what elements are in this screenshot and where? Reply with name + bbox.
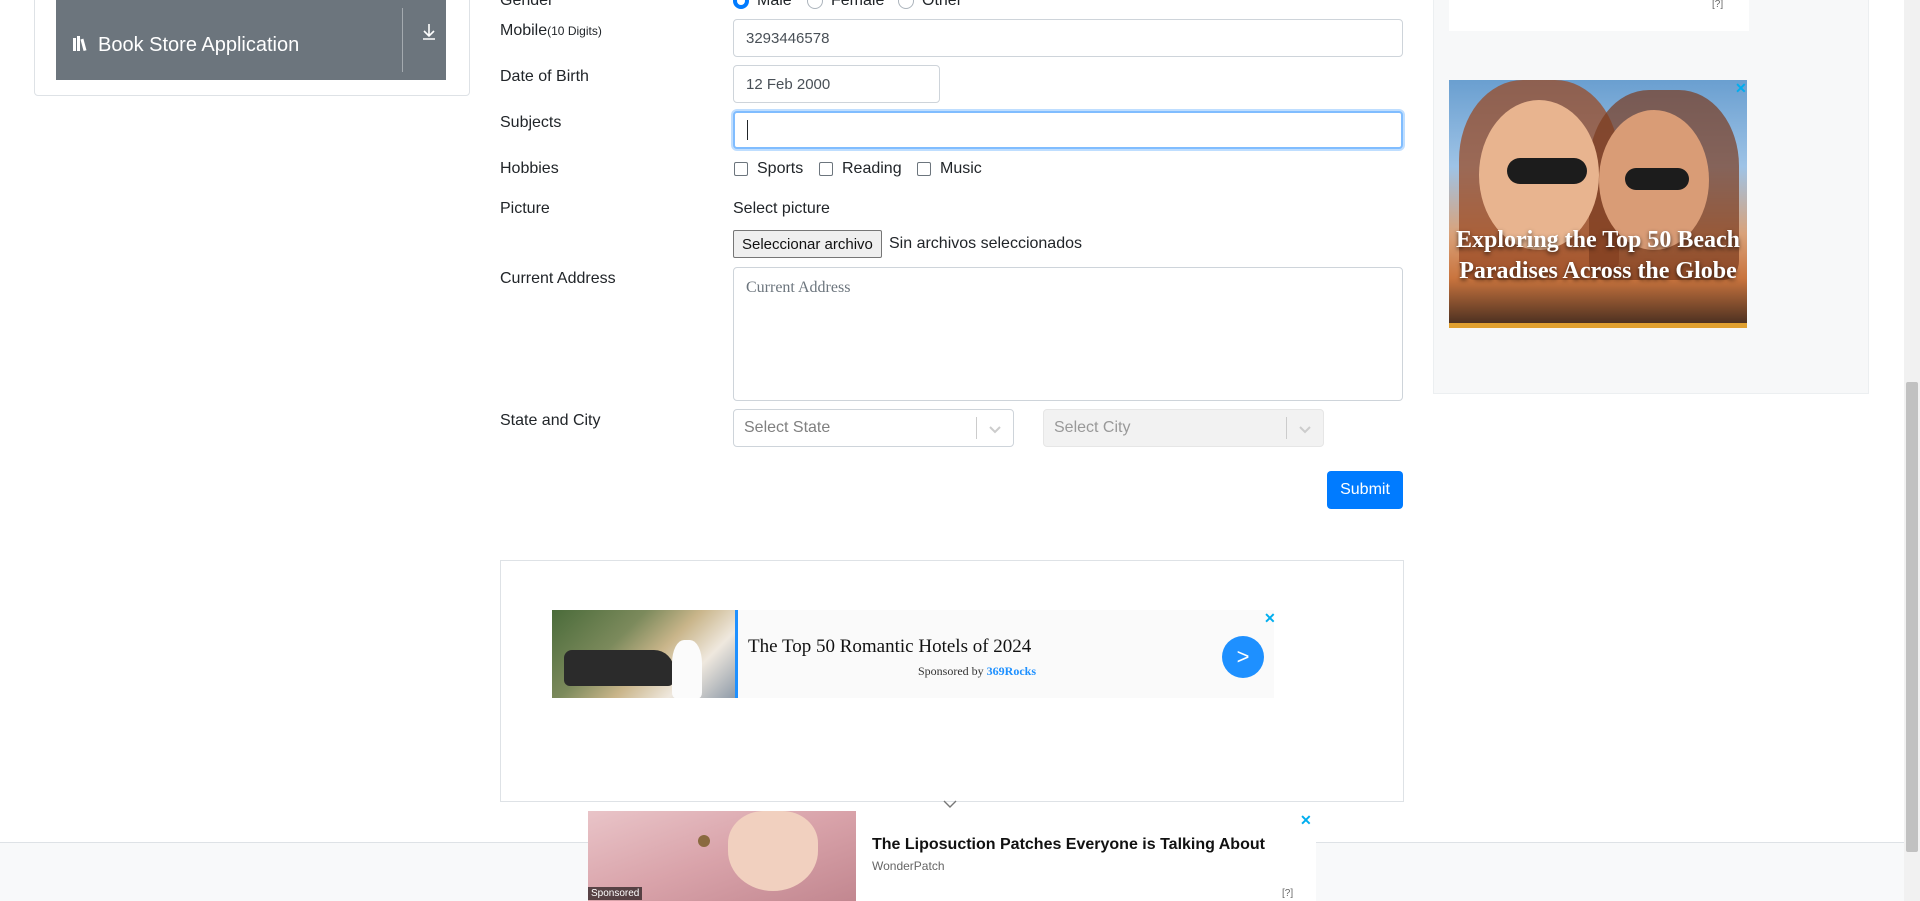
patch-ad-title[interactable]: The Liposuction Patches Everyone is Talk…	[872, 836, 1265, 854]
hobby-reading-checkbox[interactable]	[819, 162, 833, 176]
address-textarea[interactable]: Current Address	[733, 267, 1403, 401]
chevron-down-icon[interactable]	[1298, 422, 1312, 441]
mobile-label: Mobile(10 Digits)	[500, 22, 602, 40]
ad-figure	[564, 650, 674, 686]
dob-label: Date of Birth	[500, 68, 589, 85]
gender-female-radio[interactable]	[807, 0, 823, 9]
ad-figure	[728, 811, 818, 891]
hobby-music-checkbox[interactable]	[917, 162, 931, 176]
beach-ad-headline: Exploring the Top 50 Beach Paradises Acr…	[1455, 227, 1741, 284]
city-select[interactable]: Select City	[1043, 409, 1324, 447]
state-placeholder: Select State	[744, 419, 831, 436]
hotel-ad-sponsor: Sponsored by 369Rocks	[918, 664, 1036, 679]
books-icon	[72, 14, 90, 57]
sponsor-brand[interactable]: 369Rocks	[987, 664, 1036, 678]
hotel-ad-image[interactable]	[552, 610, 736, 698]
hobbies-label: Hobbies	[500, 160, 559, 177]
subjects-input[interactable]	[733, 111, 1403, 149]
ad-strip	[1449, 0, 1749, 31]
gender-female-label[interactable]: Female	[831, 0, 884, 10]
hobby-sports-label[interactable]: Sports	[757, 160, 803, 178]
gender-male-label[interactable]: Male	[757, 0, 792, 10]
chevron-down-icon[interactable]	[988, 422, 1002, 441]
book-store-app-button[interactable]: Book Store Application	[56, 0, 446, 80]
select-divider	[1286, 417, 1287, 439]
gender-label: Gender	[500, 0, 554, 9]
patch-ad-brand: WonderPatch	[872, 859, 945, 873]
sponsored-badge: Sponsored	[588, 887, 643, 900]
hotel-ad-title[interactable]: The Top 50 Romantic Hotels of 2024	[748, 636, 1031, 658]
gender-other-radio[interactable]	[898, 0, 914, 9]
arrow-right-icon[interactable]: >	[1222, 636, 1264, 678]
picture-label: Picture	[500, 200, 550, 217]
scrollbar-thumb[interactable]	[1906, 382, 1918, 852]
ad-figure	[672, 640, 702, 698]
dob-input-value: 12 Feb 2000	[746, 75, 831, 93]
ad-underline	[1449, 323, 1747, 328]
hobby-sports-checkbox[interactable]	[734, 162, 748, 176]
picture-helper: Select picture	[733, 200, 830, 217]
ad-figure	[1625, 168, 1689, 190]
close-icon[interactable]: ✕	[1735, 80, 1747, 97]
book-store-app-label: Book Store Application	[98, 33, 300, 56]
sponsor-prefix: Sponsored by	[918, 664, 984, 678]
adchoices-icon[interactable]: [?]	[1282, 888, 1293, 899]
mobile-input[interactable]: 3293446578	[733, 19, 1403, 57]
address-placeholder: Current Address	[746, 279, 851, 296]
gender-male-radio[interactable]	[733, 0, 749, 9]
select-divider	[976, 417, 977, 439]
download-icon[interactable]	[420, 22, 438, 42]
adchoices-icon[interactable]: [?]	[1712, 0, 1723, 10]
state-city-label: State and City	[500, 412, 601, 429]
mobile-input-value: 3293446578	[746, 29, 830, 47]
text-caret	[747, 120, 748, 140]
close-icon[interactable]: ✕	[1264, 610, 1276, 627]
subjects-label: Subjects	[500, 114, 562, 131]
hobby-music-label[interactable]: Music	[940, 160, 982, 178]
mobile-label-hint: (10 Digits)	[547, 24, 602, 38]
choose-file-button[interactable]: Seleccionar archivo	[733, 230, 882, 258]
beach-ad-image[interactable]: Exploring the Top 50 Beach Paradises Acr…	[1449, 80, 1747, 328]
file-status: Sin archivos seleccionados	[889, 235, 1082, 252]
ad-figure	[1507, 158, 1587, 184]
divider	[402, 8, 403, 72]
close-icon[interactable]: ✕	[1300, 812, 1312, 829]
city-placeholder: Select City	[1054, 419, 1131, 436]
submit-button[interactable]: Submit	[1327, 471, 1403, 509]
mobile-label-text: Mobile	[500, 22, 548, 39]
ad-figure	[698, 835, 710, 847]
dob-input[interactable]: 12 Feb 2000	[733, 65, 940, 103]
state-select[interactable]: Select State	[733, 409, 1014, 447]
hobby-reading-label[interactable]: Reading	[842, 160, 902, 178]
ad-accent-bar	[735, 610, 738, 698]
gender-other-label[interactable]: Other	[922, 0, 962, 10]
address-label: Current Address	[500, 270, 616, 287]
